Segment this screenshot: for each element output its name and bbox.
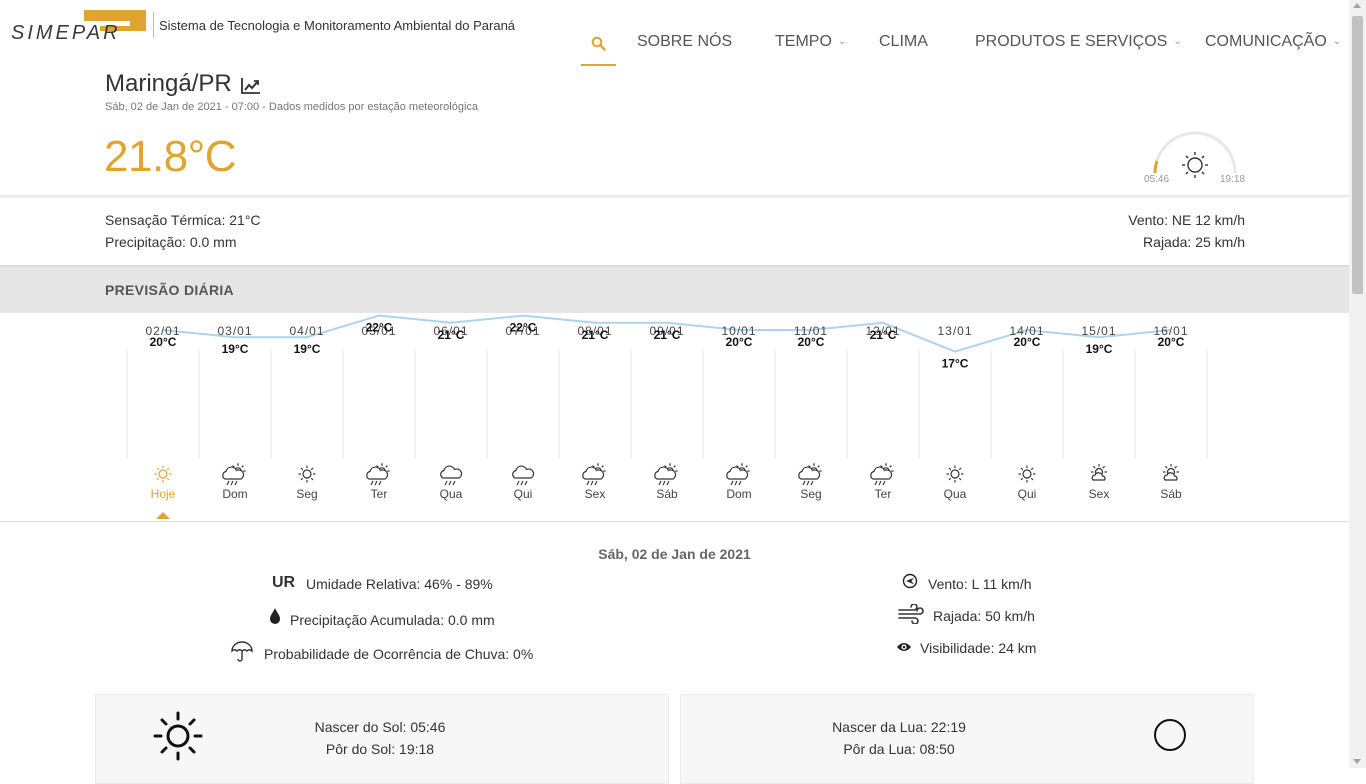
sun-icon: [153, 711, 203, 761]
min-temp-label: 21°C: [438, 328, 465, 342]
current-temperature: 21.8°C: [104, 132, 237, 181]
min-temp-label: 17°C: [942, 357, 969, 371]
humidity-icon: UR: [272, 574, 296, 591]
selected-day-indicator: [156, 512, 170, 519]
forecast-day-16-01[interactable]: [1135, 461, 1207, 507]
daily-forecast-title: PREVISÃO DIÁRIA: [105, 282, 234, 298]
nav-comunicacao[interactable]: COMUNICAÇÃO ⌄: [1205, 33, 1341, 51]
min-temp-label: 21°C: [582, 328, 609, 342]
eye-icon: [897, 643, 911, 651]
chevron-down-icon: ⌄: [1173, 36, 1182, 47]
simepar-logo[interactable]: SIMEPAR: [10, 8, 150, 42]
gust-now: Rajada: 25 km/h: [1143, 234, 1245, 250]
forecast-day-12-01[interactable]: [847, 461, 919, 507]
search-icon: [591, 36, 606, 51]
logo-divider: [153, 12, 154, 38]
scroll-up-icon[interactable]: [1353, 3, 1361, 8]
min-temp-label: 19°C: [294, 342, 321, 356]
org-name: Sistema de Tecnologia e Monitoramento Am…: [159, 18, 516, 33]
forecast-day-11-01[interactable]: [775, 461, 847, 507]
nav-label: COMUNICAÇÃO: [1205, 33, 1327, 50]
forecast-day-13-01[interactable]: [919, 461, 991, 507]
search-button[interactable]: [581, 24, 616, 66]
moonset-label: Pôr da Lua: 08:50: [843, 741, 955, 757]
sun-icon: [1182, 152, 1208, 178]
detail-date: Sáb, 02 de Jan de 2021: [598, 546, 751, 562]
min-temp-label: 20°C: [1158, 335, 1185, 349]
scroll-down-icon[interactable]: [1353, 759, 1361, 764]
daily-forecast-chart: 02/0130°C20°CHoje03/0130°C19°CDom04/0130…: [0, 314, 1349, 522]
nav-label: PRODUTOS E SERVIÇOS: [975, 33, 1168, 50]
sunset-time: 19:18: [1220, 174, 1246, 185]
forecast-date: 03/01: [217, 324, 252, 338]
nav-sobre-nos[interactable]: SOBRE NÓS: [637, 33, 732, 51]
forecast-day-07-01[interactable]: [487, 461, 559, 507]
city-name: Maringá/PR: [105, 70, 232, 97]
feels-like: Sensação Térmica: 21°C: [105, 212, 261, 228]
umbrella-icon: [231, 641, 253, 662]
rain-probability: Probabilidade de Ocorrência de Chuva: 0%: [264, 646, 534, 662]
nav-produtos-servicos[interactable]: PRODUTOS E SERVIÇOS ⌄: [975, 33, 1182, 51]
logo-wordmark: SIMEPAR: [11, 22, 121, 42]
min-temp-label: 19°C: [222, 342, 249, 356]
forecast-day-14-01[interactable]: [991, 461, 1063, 507]
moonrise-label: Nascer da Lua: 22:19: [832, 719, 966, 735]
sunrise-time: 05:46: [1144, 174, 1170, 185]
forecast-day-02-01[interactable]: [127, 461, 199, 507]
forecast-day-04-01[interactable]: [271, 461, 343, 507]
wind-day: Vento: L 11 km/h: [928, 576, 1032, 592]
forecast-day-05-01[interactable]: [343, 461, 415, 507]
forecast-day-03-01[interactable]: [199, 461, 271, 507]
min-temp-label: 21°C: [654, 328, 681, 342]
wind-gust-icon: [898, 604, 924, 624]
forecast-date: 13/01: [937, 324, 972, 338]
forecast-day-10-01[interactable]: [703, 461, 775, 507]
nav-label: CLIMA: [879, 33, 928, 50]
min-temp-label: 21°C: [870, 328, 897, 342]
sunset-label: Pôr do Sol: 19:18: [325, 741, 435, 757]
min-temp-label: 20°C: [798, 335, 825, 349]
forecast-day-08-01[interactable]: [559, 461, 631, 507]
visibility: Visibilidade: 24 km: [920, 640, 1037, 656]
moon-phase-icon: [1154, 719, 1186, 751]
nav-tempo[interactable]: TEMPO ⌄: [775, 33, 846, 51]
accumulated-precipitation: Precipitação Acumulada: 0.0 mm: [290, 612, 495, 628]
page-scrollbar[interactable]: [1349, 0, 1366, 768]
chart-trend-icon[interactable]: [241, 77, 261, 95]
relative-humidity: Umidade Relativa: 46% - 89%: [306, 576, 493, 592]
chevron-down-icon: ⌄: [837, 36, 847, 47]
nav-clima[interactable]: CLIMA: [879, 33, 928, 51]
forecast-day-09-01[interactable]: [631, 461, 703, 507]
precipitation-now: Precipitação: 0.0 mm: [105, 234, 237, 250]
min-temp-label: 22°C: [510, 321, 537, 335]
scrollbar-thumb[interactable]: [1352, 16, 1363, 294]
wind-direction-icon: [902, 573, 918, 589]
measured-at: Sáb, 02 de Jan de 2021 - 07:00 - Dados m…: [105, 101, 479, 113]
forecast-day-06-01[interactable]: [415, 461, 487, 507]
min-temp-label: 22°C: [366, 321, 393, 335]
gust-day: Rajada: 50 km/h: [933, 608, 1035, 624]
drop-icon: [270, 608, 280, 624]
forecast-date: 15/01: [1081, 324, 1116, 338]
min-temp-label: 20°C: [1014, 335, 1041, 349]
chevron-down-icon: ⌄: [1332, 36, 1342, 47]
nav-label: TEMPO: [775, 33, 832, 50]
sunrise-label: Nascer do Sol: 05:46: [314, 719, 446, 735]
wind-now: Vento: NE 12 km/h: [1128, 212, 1245, 228]
min-temp-label: 20°C: [726, 335, 753, 349]
nav-label: SOBRE NÓS: [637, 33, 733, 50]
section-divider: [0, 195, 1349, 198]
min-temp-label: 20°C: [150, 335, 177, 349]
forecast-day-15-01[interactable]: [1063, 461, 1135, 507]
forecast-date: 04/01: [289, 324, 324, 338]
min-temp-label: 19°C: [1086, 342, 1113, 356]
